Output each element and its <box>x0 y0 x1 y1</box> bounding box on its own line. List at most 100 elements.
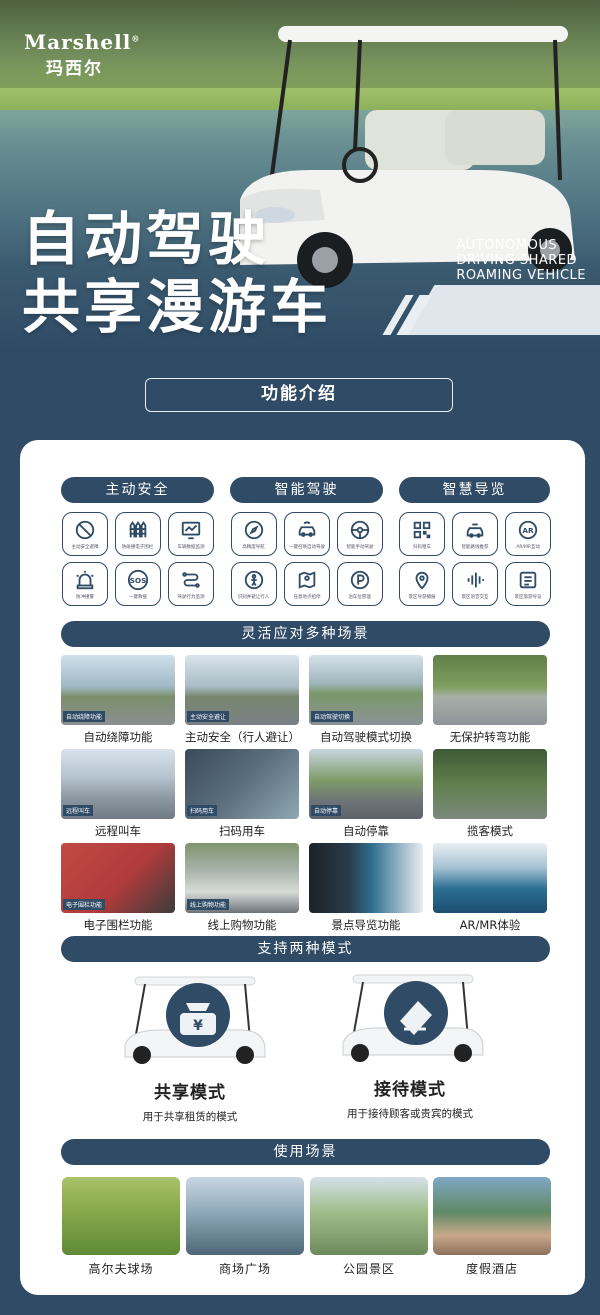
svg-text:¥: ¥ <box>193 1018 203 1034</box>
scenario-item[interactable]: 远程叫车 远程叫车 <box>61 749 175 839</box>
scenario-photo: 线上购物功能 <box>185 843 299 913</box>
hero-subtitle: AUTONOMOUS DRIVING SHARED ROAMING VEHICL… <box>456 238 586 283</box>
scenario-caption: 主动安全（行人避让） <box>185 730 300 744</box>
usage-photo <box>433 1177 551 1255</box>
category-pill-driving[interactable]: 智能驾驶 <box>230 477 383 503</box>
scenario-tag: 扫码用车 <box>187 805 218 816</box>
usage-caption: 度假酒店 <box>465 1262 518 1276</box>
hero-stripe <box>405 285 600 335</box>
feature-label: 智能路线推荐 <box>461 543 489 550</box>
mode-name: 接待模式 <box>374 1080 446 1100</box>
scenario-caption: 线上购物功能 <box>207 918 277 932</box>
registered-mark: ® <box>131 33 141 44</box>
scenario-item[interactable]: 自动驾驶切换 自动驾驶模式切换 <box>309 655 423 745</box>
feature-item[interactable]: 任意地点招停 <box>284 562 330 606</box>
scenario-item[interactable]: 景点导览功能 <box>309 843 423 933</box>
scenario-photo: 主动安全避让 <box>185 655 299 725</box>
feature-item[interactable]: 识别并避让行人 <box>231 562 277 606</box>
svg-text:AR: AR <box>522 525 534 534</box>
brand-name-en: Marshell <box>24 30 132 54</box>
hero-subtitle-line: AUTONOMOUS <box>456 238 558 253</box>
feature-label: 主动安全避障 <box>71 543 99 550</box>
location-icon <box>415 571 429 590</box>
modes-title: 支持两种模式 <box>61 936 550 962</box>
scenario-item[interactable]: 揽客模式 <box>433 749 547 839</box>
feature-item[interactable]: 景区导游播报 <box>399 562 445 606</box>
no-entry-icon <box>75 520 95 539</box>
usage-caption: 商场广场 <box>218 1262 271 1276</box>
feature-icons-safety: 主动安全避障 防碰撞电子围栏 车辆数据监测 防冲撞警 SOS 一键救援 驾驶行为监… <box>62 512 214 606</box>
map-pin-icon <box>298 570 316 589</box>
feature-label: 景区旅游导览 <box>514 593 542 600</box>
scenario-caption: 扫码用车 <box>219 824 265 838</box>
feature-label: 一键救援 <box>128 593 147 600</box>
usage-caption: 公园景区 <box>342 1262 395 1276</box>
feature-item[interactable]: 泊车位管理 <box>337 562 383 606</box>
scenario-photo <box>309 843 423 913</box>
feature-item[interactable]: 防碰撞电子围栏 <box>115 512 161 556</box>
feature-label: 景区语音交互 <box>461 593 489 600</box>
scenario-photo <box>433 843 547 913</box>
category-pill-safety[interactable]: 主动安全 <box>61 477 214 503</box>
usage-photo <box>62 1177 180 1255</box>
scenario-photo: 自动停靠 <box>309 749 423 819</box>
feature-item[interactable]: 智能路线推荐 <box>452 512 498 556</box>
feature-label: 泊车位管理 <box>348 593 372 600</box>
feature-item[interactable]: 高精度导航 <box>231 512 277 556</box>
category-pill-guide[interactable]: 智慧导览 <box>399 477 550 503</box>
hero-subtitle-line: DRIVING SHARED <box>456 253 578 268</box>
feature-item[interactable]: 车辆数据监测 <box>168 512 214 556</box>
scenario-photo: 扫码用车 <box>185 749 299 819</box>
feature-item[interactable]: AR AR/MR互动 <box>505 512 551 556</box>
scenario-item[interactable]: 线上购物功能 线上购物功能 <box>185 843 299 933</box>
voice-wave-icon <box>467 572 485 587</box>
scenario-item[interactable]: 自动绕障功能 自动绕障功能 <box>61 655 175 745</box>
scenario-tag: 自动绕障功能 <box>63 711 106 722</box>
scenario-caption: 无保护转弯功能 <box>449 730 531 744</box>
feature-item[interactable]: 智能手动驾驶 <box>337 512 383 556</box>
scenario-item[interactable]: 无保护转弯功能 <box>433 655 547 745</box>
feature-item[interactable]: 一键召唤自动驾驶 <box>284 512 330 556</box>
feature-label: 扫码租车 <box>412 543 431 550</box>
scenario-item[interactable]: 主动安全避让 主动安全（行人避让） <box>185 655 300 745</box>
usage-caption: 高尔夫球场 <box>88 1262 154 1276</box>
feature-item[interactable]: SOS 一键救援 <box>115 562 161 606</box>
car-summon-icon <box>298 520 316 537</box>
feature-label: 高精度导航 <box>242 543 266 550</box>
scenario-caption: 电子围栏功能 <box>83 918 153 932</box>
scenario-tag: 自动驾驶切换 <box>311 711 354 722</box>
usage-item[interactable]: 公园景区 <box>310 1177 428 1277</box>
feature-item[interactable]: 驾驶行为监测 <box>168 562 214 606</box>
scenario-item[interactable]: 扫码用车 扫码用车 <box>185 749 299 839</box>
content-card: 主动安全 智能驾驶 智慧导览 主动安全避障 防碰撞电子围栏 车辆数据监测 防冲撞… <box>20 440 585 1295</box>
scenario-item[interactable]: AR/MR体验 <box>433 843 547 933</box>
usage-title: 使用场景 <box>61 1139 550 1165</box>
feature-item[interactable]: 扫码租车 <box>399 512 445 556</box>
feature-item[interactable]: 主动安全避障 <box>62 512 108 556</box>
reception-mode-cart-image <box>342 974 484 1062</box>
ar-icon: AR <box>518 520 538 539</box>
steering-wheel-icon <box>350 520 370 539</box>
scenario-item[interactable]: 自动停靠 自动停靠 <box>309 749 423 839</box>
svg-text:SOS: SOS <box>130 576 147 585</box>
mode-name: 共享模式 <box>154 1083 226 1103</box>
feature-item[interactable]: 防冲撞警 <box>62 562 108 606</box>
scenario-photo: 远程叫车 <box>61 749 175 819</box>
feature-item[interactable]: 景区旅游导览 <box>505 562 551 606</box>
feature-item[interactable]: 景区语音交互 <box>452 562 498 606</box>
scenario-caption: AR/MR体验 <box>459 918 521 932</box>
usage-item[interactable]: 商场广场 <box>186 1177 304 1277</box>
brand-logo[interactable]: Marshell® 玛西尔 <box>24 30 140 79</box>
scenario-item[interactable]: 电子围栏功能 电子围栏功能 <box>61 843 175 933</box>
scenario-caption: 景点导览功能 <box>331 918 401 932</box>
feature-label: 防碰撞电子围栏 <box>122 543 154 550</box>
usage-photo <box>310 1177 428 1255</box>
scenario-tag: 电子围栏功能 <box>63 899 106 910</box>
usage-item[interactable]: 度假酒店 <box>433 1177 551 1277</box>
feature-icons-guide: 扫码租车 智能路线推荐 AR AR/MR互动 景区导游播报 景区语音交互 景区旅游… <box>399 512 551 606</box>
usage-item[interactable]: 高尔夫球场 <box>62 1177 180 1277</box>
usage-photo <box>186 1177 304 1255</box>
qr-code-icon <box>413 521 431 538</box>
hero-banner: Marshell® 玛西尔 自动驾驶 共享漫游车 AUTONOMOUS DRIV… <box>0 0 600 350</box>
mode-desc: 用于接待顾客或贵宾的模式 <box>347 1108 473 1120</box>
